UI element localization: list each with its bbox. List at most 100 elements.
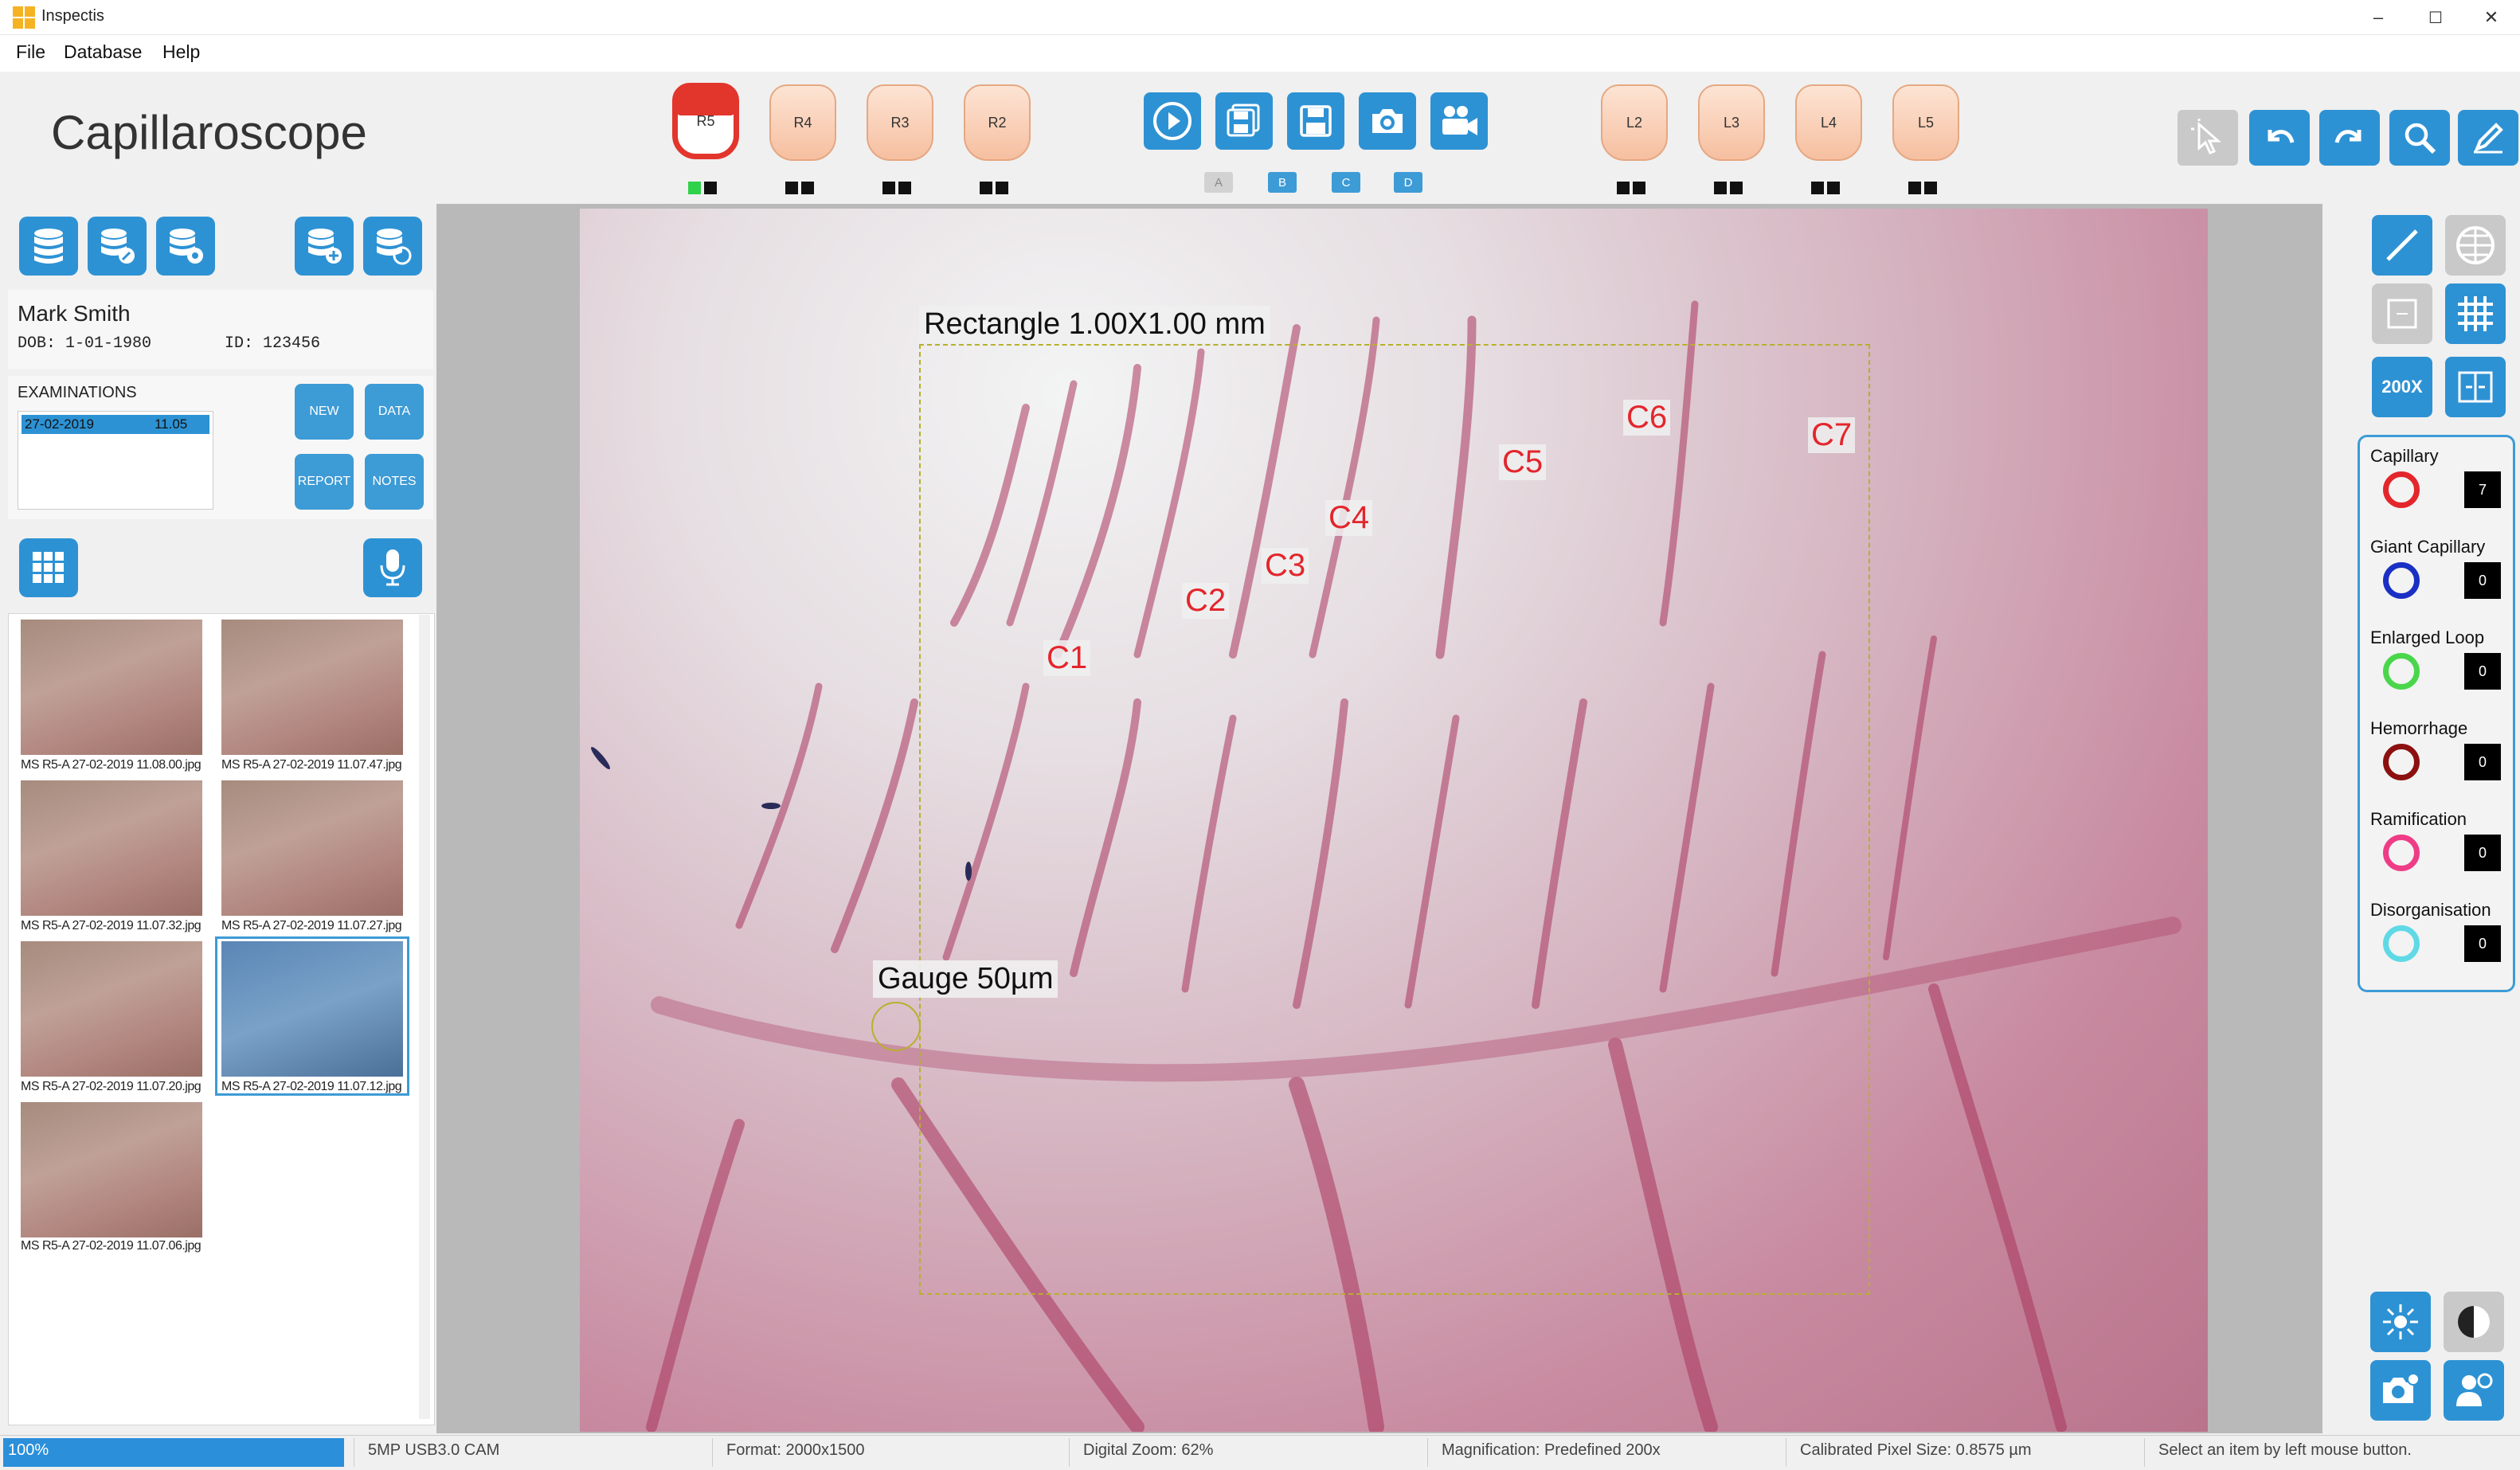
capillary-marker-c4[interactable]: C4 (1325, 500, 1373, 536)
zoom-button[interactable] (2389, 110, 2450, 166)
camera-icon (1372, 109, 1403, 133)
line-tool-button[interactable] (2372, 215, 2432, 276)
gauge-circle[interactable] (871, 1002, 921, 1051)
save-button[interactable] (1287, 92, 1344, 150)
database-edit-button[interactable] (88, 217, 147, 276)
camera-settings-icon (2383, 1373, 2420, 1403)
database-add-button[interactable] (295, 217, 354, 276)
patient-id: ID: 123456 (225, 334, 321, 353)
finger-r5-button[interactable]: R5 (672, 83, 739, 159)
finger-l5-button[interactable]: L5 (1892, 84, 1959, 161)
capillary-marker-c6[interactable]: C6 (1623, 400, 1671, 436)
grid-overlay-button[interactable] (2445, 283, 2506, 344)
camera-settings-button[interactable] (2370, 1360, 2431, 1421)
undo-button[interactable] (2249, 110, 2310, 166)
thumbnail-image[interactable] (21, 941, 202, 1077)
brightness-button[interactable] (2370, 1292, 2431, 1352)
save-icon (1300, 105, 1332, 137)
finger-r3-button[interactable]: R3 (867, 84, 933, 161)
thumbnail-caption: MS R5-A 27-02-2019 11.07.20.jpg (21, 1080, 202, 1093)
exam-data-button[interactable]: DATA (365, 384, 424, 440)
counter-value: 0 (2464, 744, 2501, 780)
capture-slot-d[interactable]: D (1394, 172, 1422, 193)
scale-tool-button[interactable] (2372, 283, 2432, 344)
magnification-button[interactable]: 200X (2372, 357, 2432, 417)
finger-label: L3 (1723, 114, 1740, 131)
counter-marker-icon[interactable] (2383, 835, 2420, 871)
record-video-button[interactable] (1430, 92, 1488, 150)
select-tool-button[interactable] (2178, 110, 2238, 166)
menu-help[interactable]: Help (162, 41, 200, 63)
database-settings-button[interactable] (156, 217, 215, 276)
capillary-marker-c7[interactable]: C7 (1808, 417, 1856, 453)
finger-r2-button[interactable]: R2 (964, 84, 1031, 161)
capillary-marker-c5[interactable]: C5 (1499, 444, 1547, 480)
window-title: Inspectis (41, 7, 104, 25)
thumbnail-image[interactable] (21, 780, 202, 916)
new-exam-button[interactable]: NEW (295, 384, 354, 440)
counter-marker-icon[interactable] (2383, 653, 2420, 690)
voice-note-button[interactable] (363, 538, 422, 597)
status-magnification: Magnification: Predefined 200x (1442, 1441, 1661, 1459)
counter-label: Ramification (2370, 809, 2467, 829)
title-bar (0, 0, 2520, 35)
counter-label: Giant Capillary (2370, 537, 2486, 557)
minimize-button[interactable]: – (2350, 0, 2407, 35)
finger-l3-button[interactable]: L3 (1698, 84, 1765, 161)
close-button[interactable]: ✕ (2463, 0, 2520, 35)
finger-r4-button[interactable]: R4 (769, 84, 836, 161)
annotate-button[interactable] (2458, 110, 2518, 166)
app-logo-icon (13, 6, 35, 29)
counter-label: Capillary (2370, 446, 2439, 466)
thumbnail-image[interactable] (221, 620, 403, 755)
compare-view-button[interactable] (2445, 357, 2506, 417)
patient-dob: DOB: 1-01-1980 (18, 334, 152, 353)
database-open-button[interactable] (19, 217, 78, 276)
play-button[interactable] (1144, 92, 1201, 150)
contrast-button[interactable] (2444, 1292, 2504, 1352)
counter-marker-icon[interactable] (2383, 744, 2420, 780)
capture-slot-b[interactable]: B (1268, 172, 1297, 193)
thumbnail-image-selected[interactable] (221, 941, 403, 1077)
report-button[interactable]: REPORT (295, 454, 354, 510)
measurement-rectangle[interactable] (919, 344, 1870, 1295)
capillary-marker-c1[interactable]: C1 (1043, 640, 1091, 676)
database-add-icon (308, 229, 342, 264)
snapshot-button[interactable] (1359, 92, 1416, 150)
user-settings-button[interactable] (2444, 1360, 2504, 1421)
finger-label: R2 (988, 114, 1007, 131)
save-all-button[interactable] (1215, 92, 1273, 150)
exam-list-item[interactable]: 27-02-2019 11.05 (22, 415, 209, 434)
capillary-marker-c3[interactable]: C3 (1262, 548, 1309, 584)
finger-l4-button[interactable]: L4 (1795, 84, 1862, 161)
capture-indicator (1714, 182, 1743, 196)
menu-database[interactable]: Database (64, 41, 142, 63)
counter-label: Disorganisation (2370, 900, 2491, 920)
line-icon (2386, 229, 2418, 261)
circle-tool-button[interactable] (2445, 215, 2506, 276)
capillary-marker-c2[interactable]: C2 (1182, 583, 1230, 619)
thumbnail-image[interactable] (21, 1102, 202, 1237)
finger-label: L2 (1626, 114, 1643, 131)
menu-file[interactable]: File (16, 41, 45, 63)
thumbnail-scrollbar[interactable] (419, 615, 430, 1419)
capture-indicator (1908, 182, 1937, 196)
thumbnail-image[interactable] (221, 780, 403, 916)
finger-l2-button[interactable]: L2 (1601, 84, 1668, 161)
thumbnail-image[interactable] (21, 620, 202, 755)
examinations-list[interactable]: 27-02-2019 11.05 (18, 411, 213, 510)
capture-slot-a[interactable]: A (1204, 172, 1233, 193)
redo-button[interactable] (2319, 110, 2380, 166)
counter-value: 7 (2464, 471, 2501, 508)
capture-slot-c[interactable]: C (1332, 172, 1360, 193)
counter-marker-icon[interactable] (2383, 562, 2420, 599)
grid-view-button[interactable] (19, 538, 78, 597)
progress-bar (3, 1438, 344, 1467)
notes-button[interactable]: NOTES (365, 454, 424, 510)
counter-marker-icon[interactable] (2383, 471, 2420, 508)
database-backup-button[interactable] (363, 217, 422, 276)
capture-indicator (882, 182, 911, 196)
counter-marker-icon[interactable] (2383, 925, 2420, 962)
maximize-button[interactable]: ☐ (2407, 0, 2464, 35)
pointer-icon (2191, 119, 2221, 154)
